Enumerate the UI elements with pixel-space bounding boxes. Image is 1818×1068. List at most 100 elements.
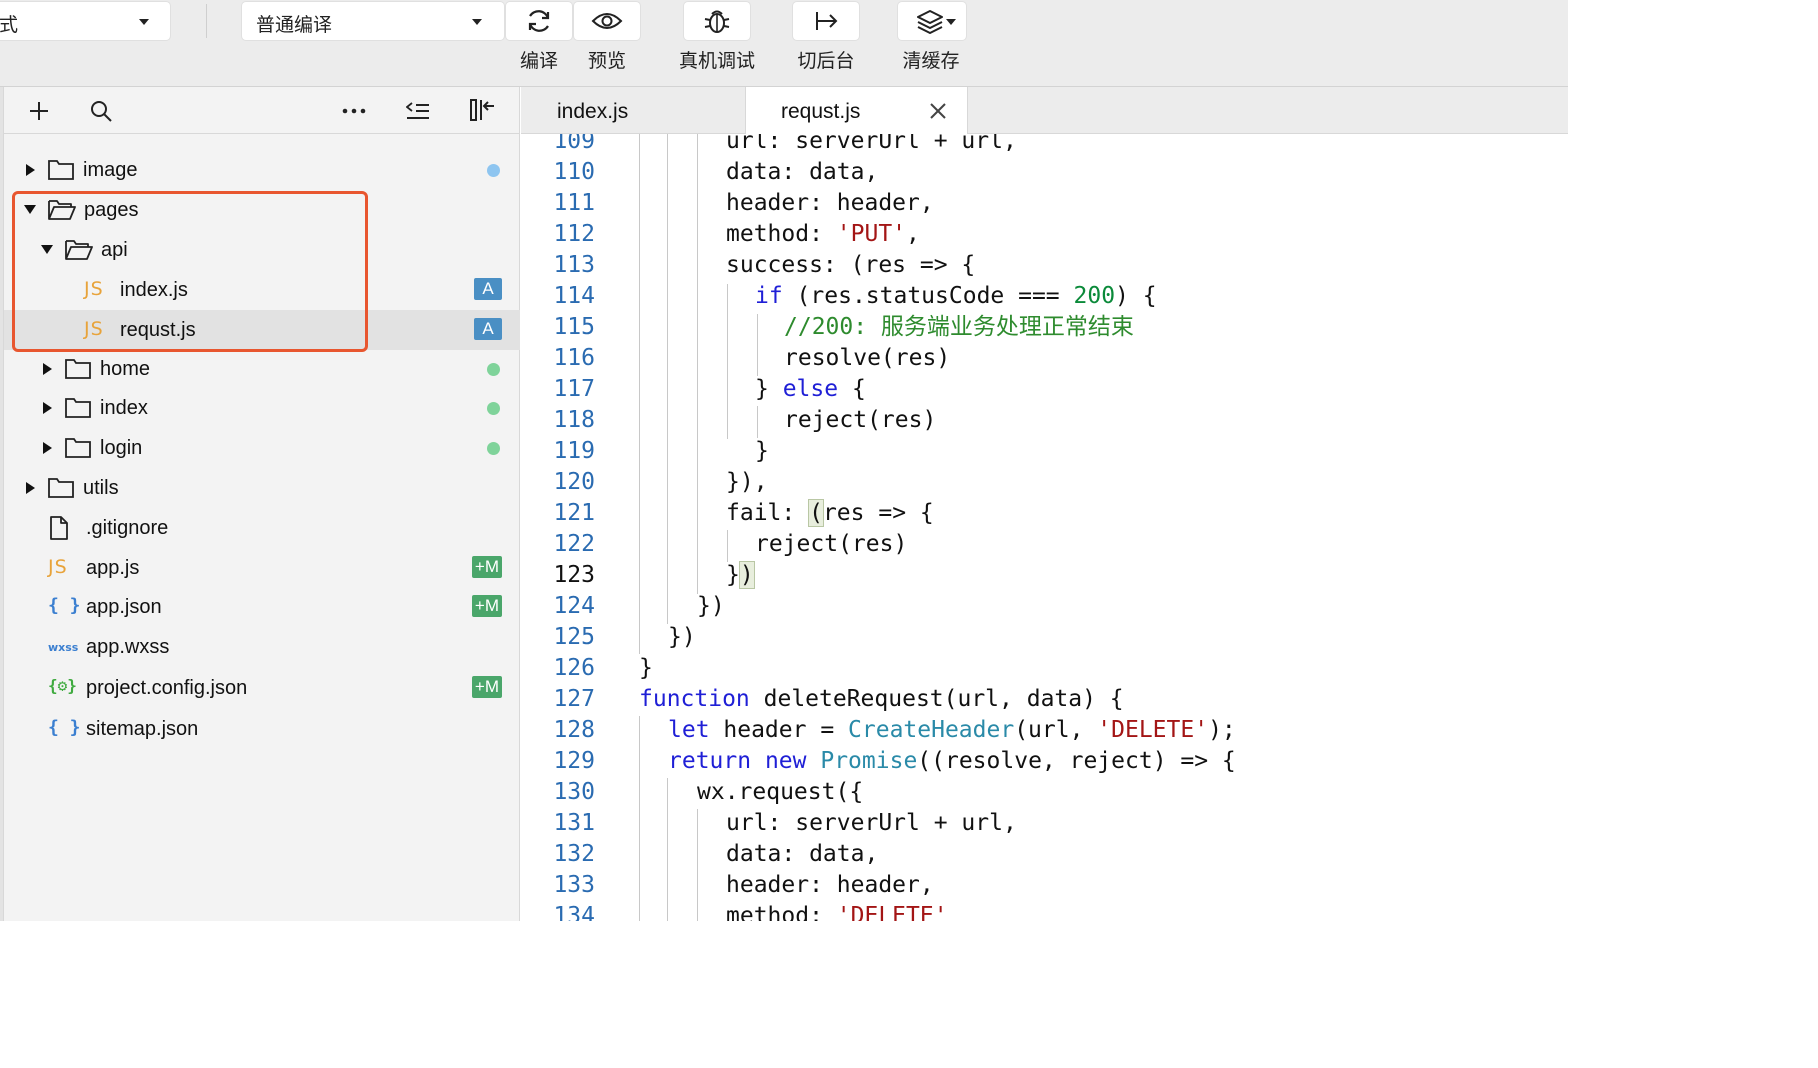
tree-item-project-config[interactable]: {⚙} project.config.json +M [4, 668, 520, 708]
compile-mode-select[interactable]: 普通编译 [242, 2, 504, 40]
tree-item-app-json[interactable]: { } app.json +M [4, 587, 520, 627]
tree-item-index[interactable]: index [4, 388, 520, 428]
code-text: resolve(res) [784, 345, 951, 371]
tree-item-login[interactable]: login [4, 428, 520, 468]
status-dot [487, 363, 500, 376]
line-number: 109 [553, 134, 595, 154]
code-comment: //200: 服务端业务处理正常结束 [784, 314, 1134, 340]
code-line: 111 header: header, [521, 188, 1568, 219]
preview-button[interactable] [574, 2, 640, 40]
tree-item-image[interactable]: image [4, 150, 520, 190]
code-text: reject(res) [784, 407, 937, 433]
tree-item-label: app.wxss [86, 636, 170, 658]
code-line: 114 if (res.statusCode === 200) { [521, 281, 1568, 312]
compile-label: 编译 [519, 50, 558, 72]
code-text: wx.request({ [697, 779, 864, 805]
code-line: 127 function deleteRequest(url, data) { [521, 684, 1568, 715]
line-number: 117 [553, 376, 595, 402]
clear-cache-button[interactable] [898, 2, 966, 40]
code-text: }), [726, 469, 768, 495]
collapse-all-button[interactable] [404, 98, 432, 124]
code-line: 126} [521, 653, 1568, 684]
chevron-right-icon [43, 442, 52, 454]
tab-requst-js[interactable]: requst.js [746, 87, 968, 135]
code-text: function deleteRequest(url, data) { [639, 686, 1124, 712]
code-text: data: data, [726, 841, 879, 867]
annotation-highlight-box [12, 191, 368, 352]
line-number: 124 [553, 593, 595, 619]
code-line: 125}) [521, 622, 1568, 653]
code-line: 134 method: 'DELETE' [521, 901, 1568, 921]
tree-item-label: .gitignore [86, 517, 169, 539]
code-text: header: header, [726, 190, 934, 216]
code-line: 129 return new Promise((resolve, reject) … [521, 746, 1568, 777]
compile-button[interactable] [506, 2, 572, 40]
chevron-down-icon [139, 19, 149, 25]
line-number: 110 [553, 159, 595, 185]
tree-item-app-wxss[interactable]: wxss app.wxss [4, 627, 520, 667]
code-text: } else { [755, 376, 866, 402]
debug-button[interactable] [684, 2, 750, 40]
line-number: 131 [553, 810, 595, 836]
toggle-sidebar-button[interactable] [468, 96, 496, 124]
tree-item-gitignore[interactable]: .gitignore [4, 508, 520, 548]
git-added-badge: A [474, 318, 502, 340]
code-line: 110 data: data, [521, 157, 1568, 188]
code-text: method: 'PUT', [726, 221, 920, 247]
code-text: url: serverUrl + url, [726, 810, 1017, 836]
line-number: 111 [553, 190, 595, 216]
json-file-icon: { } [48, 717, 81, 738]
code-text: success: (res => { [726, 252, 976, 278]
code-line: 121 fail: (res => { [521, 498, 1568, 529]
line-number: 130 [553, 779, 595, 805]
tree-item-label: sitemap.json [86, 718, 199, 740]
add-file-button[interactable] [26, 98, 52, 124]
search-button[interactable] [88, 98, 114, 124]
code-line: 120}), [521, 467, 1568, 498]
tree-item-sitemap-json[interactable]: { } sitemap.json [4, 709, 520, 749]
eye-icon [591, 13, 623, 29]
code-line-current: 123}) [521, 560, 1568, 591]
tab-label: requst.js [781, 100, 861, 123]
sidebar-collapse-icon [470, 99, 494, 121]
line-number: 128 [553, 717, 595, 743]
status-dot [487, 442, 500, 455]
code-text: }) [697, 593, 725, 619]
line-number: 121 [553, 500, 595, 526]
line-number: 126 [553, 655, 595, 681]
code-text: method: 'DELETE' [726, 903, 948, 921]
toolbar-divider [206, 4, 207, 38]
code-text: if (res.statusCode === 200) { [755, 283, 1157, 309]
tree-item-label: index [100, 397, 148, 419]
code-line: 130 wx.request({ [521, 777, 1568, 808]
folder-icon [65, 359, 91, 379]
folder-icon [48, 478, 74, 498]
code-line: 131 url: serverUrl + url, [521, 808, 1568, 839]
code-line: 109 url: serverUrl + url, [521, 134, 1568, 157]
tree-item-label: login [100, 437, 143, 459]
tree-item-utils[interactable]: utils [4, 468, 520, 508]
tree-item-home[interactable]: home [4, 349, 520, 389]
background-button[interactable] [793, 2, 859, 40]
tab-index-js[interactable]: index.js [521, 87, 746, 134]
code-text: data: data, [726, 159, 879, 185]
file-icon [50, 516, 68, 540]
compile-mode-label: 普通编译 [256, 14, 333, 36]
tree-item-label: app.js [86, 557, 140, 579]
close-icon[interactable] [930, 103, 946, 119]
tree-item-app-js[interactable]: JS app.js +M [4, 548, 520, 588]
mode-select[interactable]: 模式 [0, 2, 170, 40]
line-number: 116 [553, 345, 595, 371]
wxss-file-icon: wxss [48, 641, 79, 654]
code-line: 128 let header = CreateHeader(url, 'DELET… [521, 715, 1568, 746]
code-text: reject(res) [755, 531, 908, 557]
tree-item-label: image [83, 159, 138, 181]
git-modified-badge: +M [471, 556, 502, 578]
line-number: 112 [553, 221, 595, 247]
git-modified-badge: +M [471, 676, 502, 698]
code-editor[interactable]: 109 url: serverUrl + url, 110 data: data, … [521, 134, 1568, 921]
line-number: 122 [553, 531, 595, 557]
line-number: 114 [553, 283, 595, 309]
more-button[interactable] [340, 98, 368, 124]
line-number: 113 [553, 252, 595, 278]
